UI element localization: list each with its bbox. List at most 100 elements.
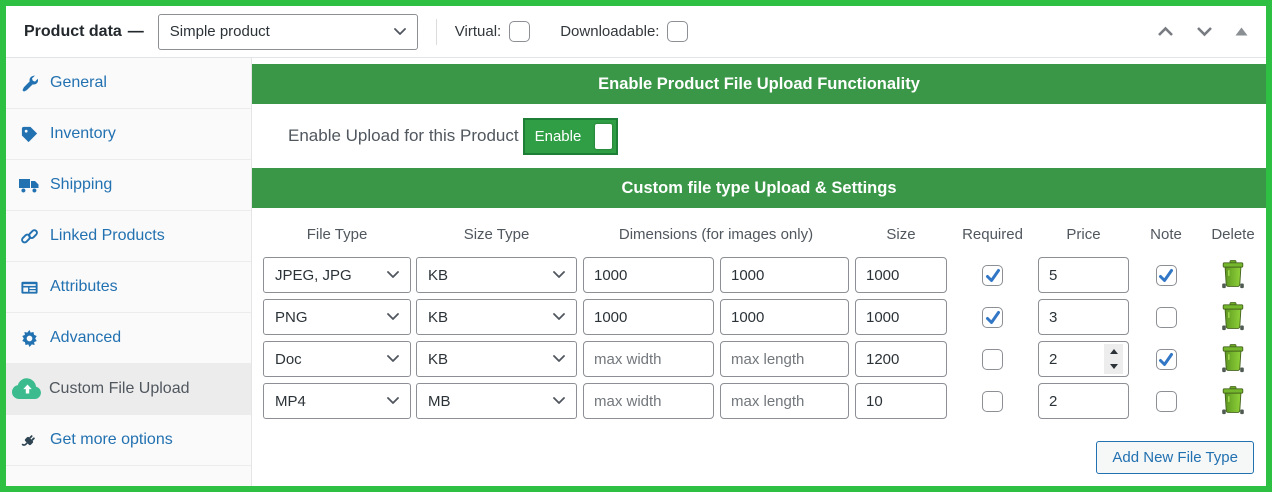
required-checkbox[interactable] bbox=[982, 307, 1003, 328]
chevron-down-icon bbox=[387, 271, 399, 279]
file-type-value: MP4 bbox=[275, 393, 306, 410]
divider bbox=[436, 19, 437, 45]
toggle-knob bbox=[595, 124, 612, 149]
list-card-icon bbox=[18, 278, 40, 297]
enable-upload-row: Enable Upload for this Product Enable bbox=[252, 104, 1266, 168]
file-type-select[interactable]: PNG bbox=[263, 299, 411, 335]
product-type-value: Simple product bbox=[170, 23, 270, 40]
sidebar-item-get-more-options[interactable]: Get more options bbox=[6, 415, 251, 466]
triangle-up-icon bbox=[1235, 27, 1248, 36]
sidebar-item-general[interactable]: General bbox=[6, 58, 251, 109]
filetypes-section-header: Custom file type Upload & Settings bbox=[252, 168, 1266, 208]
size-type-select[interactable]: KB bbox=[416, 341, 577, 377]
required-checkbox[interactable] bbox=[982, 391, 1003, 412]
sidebar-item-label: Linked Products bbox=[50, 227, 165, 245]
spinner-up-icon[interactable] bbox=[1110, 349, 1118, 354]
file-type-value: PNG bbox=[275, 309, 308, 326]
max-length-input[interactable] bbox=[720, 383, 849, 419]
max-width-input[interactable] bbox=[583, 341, 714, 377]
table-header-row: File Type Size Type Dimensions (for imag… bbox=[263, 226, 1266, 243]
sidebar-item-label: General bbox=[50, 74, 107, 92]
size-type-value: KB bbox=[428, 351, 448, 368]
product-type-select[interactable]: Simple product bbox=[158, 14, 418, 50]
move-up-button[interactable] bbox=[1157, 26, 1174, 37]
sidebar-item-label: Custom File Upload bbox=[49, 380, 190, 398]
file-type-select[interactable]: JPEG, JPG bbox=[263, 257, 411, 293]
file-type-select[interactable]: MP4 bbox=[263, 383, 411, 419]
file-type-select[interactable]: Doc bbox=[263, 341, 411, 377]
add-new-file-type-button[interactable]: Add New File Type bbox=[1096, 441, 1254, 474]
chevron-up-icon bbox=[1157, 26, 1174, 37]
size-input[interactable] bbox=[855, 257, 947, 293]
size-type-select[interactable]: MB bbox=[416, 383, 577, 419]
table-row: JPEG, JPG KB bbox=[263, 257, 1266, 293]
col-file-type: File Type bbox=[263, 226, 411, 243]
downloadable-checkbox[interactable] bbox=[667, 21, 688, 42]
sidebar-item-attributes[interactable]: Attributes bbox=[6, 262, 251, 313]
price-input[interactable] bbox=[1038, 383, 1129, 419]
downloadable-label: Downloadable: bbox=[560, 23, 659, 40]
delete-trash-button[interactable] bbox=[1221, 344, 1245, 374]
sidebar-item-custom-file-upload[interactable]: Custom File Upload bbox=[6, 364, 251, 415]
note-checkbox[interactable] bbox=[1156, 391, 1177, 412]
chevron-down-icon bbox=[553, 271, 565, 279]
link-icon bbox=[18, 227, 40, 246]
col-delete: Delete bbox=[1203, 226, 1263, 243]
check-icon bbox=[984, 309, 1002, 326]
required-checkbox[interactable] bbox=[982, 265, 1003, 286]
note-checkbox[interactable] bbox=[1156, 265, 1177, 286]
spinner-down-icon[interactable] bbox=[1110, 364, 1118, 369]
gear-icon bbox=[18, 329, 40, 348]
size-type-value: MB bbox=[428, 393, 451, 410]
note-checkbox[interactable] bbox=[1156, 349, 1177, 370]
max-width-input[interactable] bbox=[583, 257, 714, 293]
col-note: Note bbox=[1129, 226, 1203, 243]
price-input[interactable] bbox=[1038, 299, 1129, 335]
trash-bin-icon bbox=[1221, 260, 1245, 290]
file-type-value: JPEG, JPG bbox=[275, 267, 352, 284]
sidebar-item-label: Get more options bbox=[50, 431, 173, 449]
price-input[interactable] bbox=[1038, 257, 1129, 293]
max-length-input[interactable] bbox=[720, 341, 849, 377]
metabox-header: Product data — Simple product Virtual: D… bbox=[6, 6, 1266, 58]
col-size-type: Size Type bbox=[416, 226, 577, 243]
custom-file-upload-panel: Enable Product File Upload Functionality… bbox=[252, 58, 1266, 486]
move-down-button[interactable] bbox=[1196, 26, 1213, 37]
sidebar-item-linked-products[interactable]: Linked Products bbox=[6, 211, 251, 262]
title-separator: — bbox=[128, 23, 144, 41]
check-icon bbox=[1157, 351, 1175, 368]
size-input[interactable] bbox=[855, 299, 947, 335]
tag-icon bbox=[18, 125, 40, 144]
delete-trash-button[interactable] bbox=[1221, 302, 1245, 332]
size-type-select[interactable]: KB bbox=[416, 257, 577, 293]
enable-upload-label: Enable Upload for this Product bbox=[288, 126, 519, 146]
virtual-checkbox[interactable] bbox=[509, 21, 530, 42]
delete-trash-button[interactable] bbox=[1221, 260, 1245, 290]
max-width-input[interactable] bbox=[583, 299, 714, 335]
max-length-input[interactable] bbox=[720, 257, 849, 293]
number-spinner[interactable] bbox=[1104, 344, 1123, 374]
sidebar-item-advanced[interactable]: Advanced bbox=[6, 313, 251, 364]
note-checkbox[interactable] bbox=[1156, 307, 1177, 328]
check-icon bbox=[1157, 267, 1175, 284]
enable-toggle[interactable]: Enable bbox=[523, 118, 618, 155]
size-type-value: KB bbox=[428, 267, 448, 284]
max-length-input[interactable] bbox=[720, 299, 849, 335]
size-input[interactable] bbox=[855, 383, 947, 419]
sidebar-item-label: Advanced bbox=[50, 329, 121, 347]
plugin-icon bbox=[18, 431, 40, 450]
delete-trash-button[interactable] bbox=[1221, 386, 1245, 416]
sidebar-item-shipping[interactable]: Shipping bbox=[6, 160, 251, 211]
sidebar-item-inventory[interactable]: Inventory bbox=[6, 109, 251, 160]
file-type-value: Doc bbox=[275, 351, 302, 368]
required-checkbox[interactable] bbox=[982, 349, 1003, 370]
table-row: PNG KB bbox=[263, 299, 1266, 335]
size-type-value: KB bbox=[428, 309, 448, 326]
chevron-down-icon bbox=[387, 355, 399, 363]
size-input[interactable] bbox=[855, 341, 947, 377]
size-type-select[interactable]: KB bbox=[416, 299, 577, 335]
toggle-panel-button[interactable] bbox=[1235, 27, 1248, 36]
product-data-tabs: General Inventory Shipping bbox=[6, 58, 252, 486]
max-width-input[interactable] bbox=[583, 383, 714, 419]
chevron-down-icon bbox=[553, 313, 565, 321]
